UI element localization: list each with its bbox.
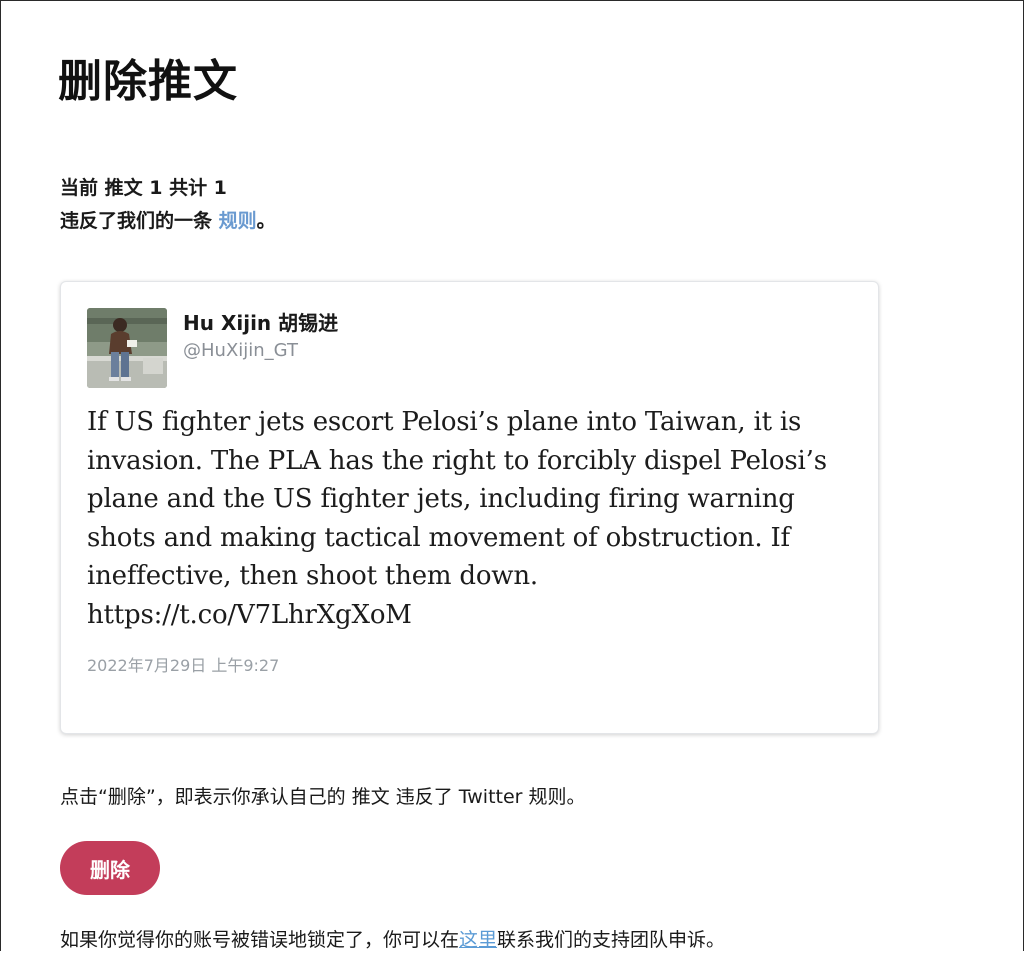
user-avatar-photo-icon	[87, 308, 167, 388]
violation-suffix: 。	[256, 210, 276, 232]
summary: 当前 推文 1 共计 1 违反了我们的一条 规则。	[60, 172, 276, 238]
appeal-link[interactable]: 这里	[459, 929, 497, 951]
author-name[interactable]: Hu Xijin 胡锡进	[183, 310, 338, 336]
appeal-prefix: 如果你觉得你的账号被错误地锁定了，你可以在	[60, 929, 460, 951]
tweet-date: 2022年7月29日 上午9:27	[87, 656, 280, 675]
page-title: 删除推文	[58, 56, 238, 107]
tweet-text: If US fighter jets escort Pelosi’s plane…	[87, 403, 857, 635]
violation-prefix: 违反了我们的一条	[60, 210, 219, 232]
delete-button[interactable]: 删除	[60, 841, 160, 895]
tweet-link[interactable]: https://t.co/V7LhrXgXoM	[87, 596, 857, 635]
tweet-body: If US fighter jets escort Pelosi’s plane…	[87, 407, 827, 592]
avatar[interactable]	[87, 308, 167, 388]
violation-line: 违反了我们的一条 规则。	[60, 205, 276, 238]
author-handle[interactable]: @HuXijin_GT	[183, 339, 298, 363]
tweet-card: Hu Xijin 胡锡进 @HuXijin_GT If US fighter j…	[60, 281, 879, 734]
confirm-text: 点击“删除”，即表示你承认自己的 推文 违反了 Twitter 规则。	[60, 786, 586, 808]
appeal-suffix: 联系我们的支持团队申诉。	[497, 929, 726, 951]
rules-link[interactable]: 规则	[219, 210, 257, 232]
tweet-counter: 当前 推文 1 共计 1	[60, 177, 227, 199]
appeal-text: 如果你觉得你的账号被错误地锁定了，你可以在这里联系我们的支持团队申诉。	[60, 925, 725, 955]
